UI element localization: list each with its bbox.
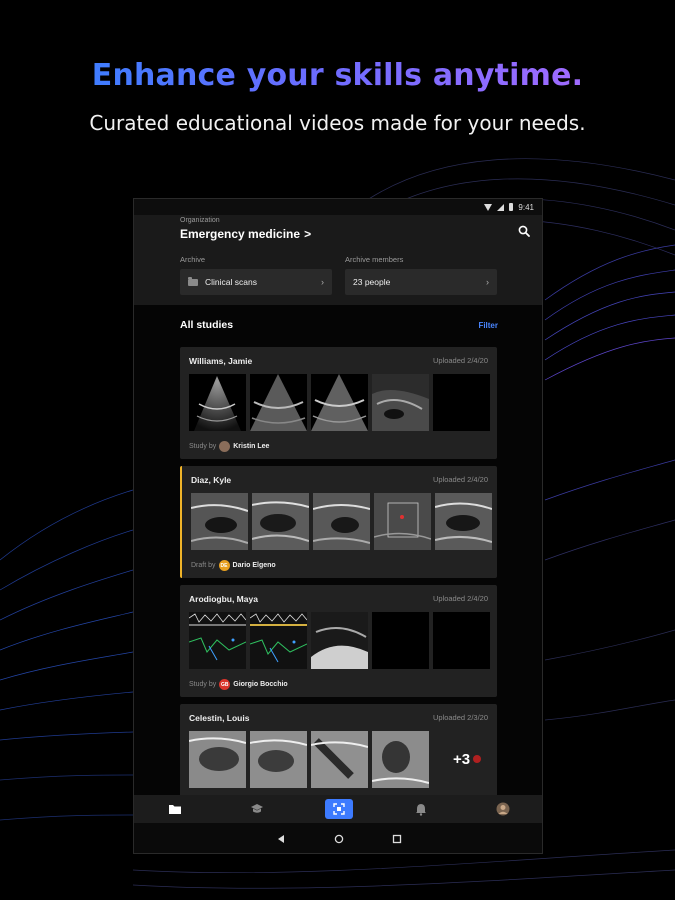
upload-date: Uploaded 2/4/20 [432, 356, 488, 365]
folder-icon [169, 805, 181, 814]
home-icon[interactable] [334, 834, 344, 844]
org-label: Organization [180, 217, 220, 224]
back-icon[interactable] [276, 834, 286, 844]
upload-date: Uploaded 2/3/20 [432, 713, 488, 722]
chevron-right-icon: › [486, 277, 489, 287]
scan-thumbnail-more[interactable]: +3 [433, 731, 490, 788]
chevron-right-icon: › [321, 277, 324, 287]
graduation-cap-icon [251, 804, 263, 813]
studies-list: All studies Filter Williams, Jamie Uploa… [134, 305, 542, 795]
profile-avatar [496, 802, 510, 816]
study-author: Draft by DE Dario Elgeno [191, 560, 276, 571]
scan-thumbnail[interactable] [372, 731, 429, 788]
scan-thumbnail[interactable] [189, 612, 246, 669]
patient-name: Celestin, Louis [189, 713, 250, 723]
org-switcher[interactable]: Emergency medicine > [180, 227, 311, 241]
author-name: Kristin Lee [233, 443, 270, 450]
patient-name: Williams, Jamie [189, 356, 253, 366]
wifi-icon [484, 203, 493, 211]
author-name: Dario Elgeno [232, 562, 276, 569]
thumbnail-row [189, 612, 490, 669]
avatar: DE [218, 560, 230, 571]
studies-title: All studies [180, 319, 234, 331]
avatar [219, 441, 231, 452]
marketing-subheadline: Curated educational videos made for your… [89, 111, 586, 135]
scan-thumbnail[interactable] [250, 612, 307, 669]
org-name: Emergency medicine [180, 227, 301, 241]
scan-thumbnail[interactable] [250, 731, 307, 788]
patient-name: Diaz, Kyle [191, 475, 232, 485]
members-value: 23 people [353, 277, 391, 287]
more-count: +3 [452, 751, 471, 768]
status-bar: 9:41 [134, 199, 542, 215]
scan-thumbnail[interactable] [374, 493, 431, 550]
scan-thumbnail-empty [433, 612, 490, 669]
recents-icon[interactable] [392, 834, 402, 844]
study-card[interactable]: Williams, Jamie Uploaded 2/4/20 Study by [180, 347, 497, 459]
scan-thumbnail[interactable] [250, 374, 307, 431]
upload-date: Uploaded 2/4/20 [432, 594, 488, 603]
nav-archive[interactable] [161, 799, 189, 819]
scan-icon [333, 803, 345, 815]
study-card[interactable]: Diaz, Kyle Uploaded 2/4/20 Draft by DE D… [180, 466, 497, 578]
thumbnail-row [189, 374, 490, 431]
bell-icon [416, 803, 426, 816]
study-author: Study by GB Giorgio Bocchio [189, 679, 288, 690]
thumbnail-row [191, 493, 492, 550]
author-name: Giorgio Bocchio [233, 681, 288, 688]
nav-profile[interactable] [489, 799, 517, 819]
archive-value: Clinical scans [205, 277, 257, 287]
filter-button[interactable]: Filter [478, 321, 498, 330]
study-author: Study by Kristin Lee [189, 441, 269, 452]
search-icon[interactable] [518, 225, 530, 237]
avatar: GB [219, 679, 231, 690]
members-selector[interactable]: 23 people › [345, 269, 497, 295]
system-nav-bar [134, 823, 542, 853]
bottom-nav [134, 795, 542, 823]
app-header: Organization Emergency medicine > Archive… [134, 215, 542, 305]
signal-icon [497, 203, 505, 211]
scan-thumbnail[interactable] [189, 374, 246, 431]
status-label: Study by [189, 443, 217, 450]
nav-notifications[interactable] [407, 799, 435, 819]
study-card[interactable]: Celestin, Louis Uploaded 2/3/20 +3 [180, 704, 497, 795]
status-time: 9:41 [518, 202, 534, 212]
scan-thumbnail-empty [433, 374, 490, 431]
scan-thumbnail[interactable] [189, 731, 246, 788]
members-label: Archive members [345, 255, 404, 264]
chevron-right-icon: > [304, 227, 312, 241]
patient-name: Arodiogbu, Maya [189, 594, 258, 604]
study-card[interactable]: Arodiogbu, Maya Uploaded 2/4/20 Study by… [180, 585, 497, 697]
thumbnail-row: +3 [189, 731, 490, 788]
nav-scan[interactable] [325, 799, 353, 819]
archive-selector[interactable]: Clinical scans › [180, 269, 332, 295]
status-label: Draft by [191, 562, 216, 569]
archive-label: Archive [180, 255, 206, 264]
folder-icon [188, 276, 198, 286]
scan-thumbnail[interactable] [252, 493, 309, 550]
scan-thumbnail[interactable] [191, 493, 248, 550]
marketing-headline: Enhance your skills anytime. [91, 58, 584, 93]
battery-icon [509, 203, 514, 211]
scan-thumbnail[interactable] [311, 612, 368, 669]
nav-learn[interactable] [243, 799, 271, 819]
scan-thumbnail[interactable] [311, 731, 368, 788]
tablet-screen: 9:41 Organization Emergency medicine > Ar… [133, 198, 543, 854]
scan-thumbnail[interactable] [311, 374, 368, 431]
scan-thumbnail[interactable] [435, 493, 492, 550]
status-label: Study by [189, 681, 217, 688]
upload-date: Uploaded 2/4/20 [432, 475, 488, 484]
scan-thumbnail-empty [372, 612, 429, 669]
scan-thumbnail[interactable] [313, 493, 370, 550]
scan-thumbnail[interactable] [372, 374, 429, 431]
